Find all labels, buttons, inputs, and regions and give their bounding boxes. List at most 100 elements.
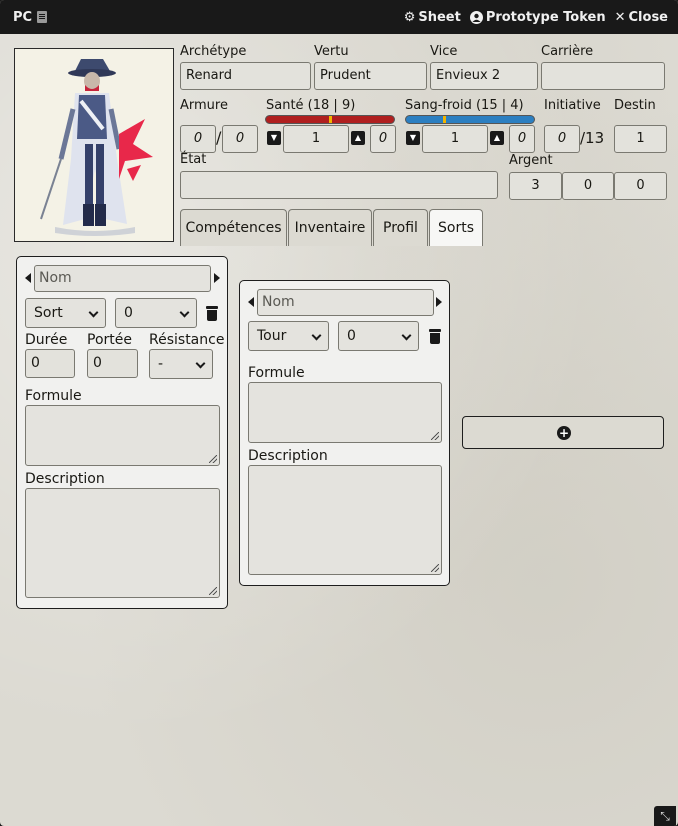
chevron-down-icon (311, 330, 322, 341)
spell-type-select[interactable]: Sort (25, 298, 106, 328)
title-bar[interactable]: PC ⚙ Sheet Prototype Token ✕ Close (0, 0, 678, 34)
resistance-select[interactable]: - (149, 349, 213, 379)
description-textarea[interactable] (248, 465, 442, 575)
sangfroid-bar-marker (443, 116, 446, 123)
formule-textarea[interactable] (248, 382, 442, 443)
armure-current-input[interactable]: 0 (180, 125, 216, 153)
sheet-label: Sheet (418, 9, 461, 25)
vice-input[interactable]: Envieux 2 (430, 62, 538, 90)
vice-label: Vice (430, 44, 458, 59)
armure-label: Armure (180, 98, 228, 113)
trash-icon[interactable] (206, 306, 218, 321)
sangfroid-decrease-button[interactable]: ▼ (406, 131, 420, 145)
archetype-input[interactable]: Renard (180, 62, 311, 90)
spell-card: Nom Sort 0 Durée 0 Portée 0 Résistance -… (16, 256, 228, 609)
sante-increase-button[interactable]: ▲ (351, 131, 365, 145)
argent-label: Argent (509, 153, 553, 168)
tab-competences[interactable]: Compétences (180, 209, 287, 246)
description-label: Description (25, 471, 105, 487)
initiative-label: Initiative (544, 98, 601, 113)
description-label: Description (248, 448, 328, 464)
spell-type-value: Sort (34, 305, 63, 321)
sante-bar-marker (329, 116, 332, 123)
sheet-button[interactable]: ⚙ Sheet (404, 10, 461, 25)
sante-extra-input[interactable]: 0 (370, 125, 396, 153)
formule-label: Formule (248, 365, 305, 381)
duree-input[interactable]: 0 (25, 349, 75, 378)
carriere-label: Carrière (541, 44, 594, 59)
collapse-right-arrow-icon[interactable] (436, 297, 442, 307)
close-button[interactable]: ✕ Close (615, 10, 668, 25)
argent-silver-input[interactable]: 0 (562, 172, 614, 200)
spell-level-value: 0 (347, 328, 356, 344)
destin-input[interactable]: 1 (614, 125, 667, 153)
armure-separator: / (216, 128, 222, 147)
sangfroid-input[interactable]: 1 (422, 125, 488, 153)
description-textarea[interactable] (25, 488, 220, 598)
window-title: PC (13, 9, 33, 25)
collapse-left-arrow-icon[interactable] (248, 297, 254, 307)
formule-textarea[interactable] (25, 405, 220, 466)
plus-circle-icon: + (557, 426, 571, 440)
armure-max-input[interactable]: 0 (222, 125, 258, 153)
spell-name-input[interactable]: Nom (34, 265, 211, 292)
prototype-token-label: Prototype Token (485, 9, 606, 25)
portrait-image (15, 49, 173, 241)
vertu-label: Vertu (314, 44, 349, 59)
chevron-down-icon (195, 358, 206, 369)
spell-type-select[interactable]: Tour (248, 321, 329, 351)
spell-type-value: Tour (257, 328, 287, 344)
resize-handle-icon[interactable] (431, 432, 439, 440)
window-title-group: PC (13, 9, 48, 25)
destin-label: Destin (614, 98, 656, 113)
portee-label: Portée (87, 332, 132, 348)
expand-icon[interactable]: ⤡ (654, 806, 676, 826)
spell-level-value: 0 (124, 305, 133, 321)
sangfroid-extra-input[interactable]: 0 (509, 125, 535, 153)
initiative-input[interactable]: 0 (544, 125, 580, 153)
add-spell-button[interactable]: + (462, 416, 664, 449)
sangfroid-label: Sang-froid (15 | 4) (405, 98, 524, 113)
chevron-down-icon (179, 307, 190, 318)
resize-handle-icon[interactable] (209, 587, 217, 595)
etat-label: État (180, 152, 207, 167)
duree-label: Durée (25, 332, 68, 348)
resize-handle-icon[interactable] (209, 455, 217, 463)
sangfroid-increase-button[interactable]: ▲ (490, 131, 504, 145)
gear-icon: ⚙ (403, 9, 416, 25)
window-controls: ⚙ Sheet Prototype Token ✕ Close (404, 10, 668, 25)
sante-label: Santé (18 | 9) (266, 98, 356, 113)
sangfroid-bar[interactable] (405, 115, 535, 124)
character-sheet-window: PC ⚙ Sheet Prototype Token ✕ Close Arché… (0, 0, 678, 826)
spell-level-select[interactable]: 0 (115, 298, 197, 328)
document-icon (37, 11, 48, 23)
spell-level-select[interactable]: 0 (338, 321, 419, 351)
initiative-max: /13 (580, 129, 605, 147)
sante-decrease-button[interactable]: ▼ (267, 131, 281, 145)
tab-profil[interactable]: Profil (373, 209, 428, 246)
argent-gold-input[interactable]: 3 (509, 172, 562, 200)
vertu-input[interactable]: Prudent (314, 62, 427, 90)
portee-input[interactable]: 0 (87, 349, 138, 378)
trash-icon[interactable] (429, 329, 441, 344)
resistance-value: - (158, 356, 164, 372)
resize-handle-icon[interactable] (431, 564, 439, 572)
chevron-down-icon (88, 307, 99, 318)
formule-label: Formule (25, 388, 82, 404)
user-circle-icon (469, 10, 483, 24)
etat-input[interactable] (180, 171, 498, 199)
sante-input[interactable]: 1 (283, 125, 349, 153)
spell-name-input[interactable]: Nom (257, 289, 434, 316)
close-label: Close (628, 9, 668, 25)
sante-bar[interactable] (265, 115, 395, 124)
tab-inventaire[interactable]: Inventaire (288, 209, 372, 246)
carriere-input[interactable] (541, 62, 665, 90)
archetype-label: Archétype (180, 44, 247, 59)
collapse-left-arrow-icon[interactable] (25, 273, 31, 283)
spell-card: Nom Tour 0 Formule Description (239, 280, 450, 586)
argent-copper-input[interactable]: 0 (614, 172, 667, 200)
tab-sorts[interactable]: Sorts (429, 209, 483, 246)
prototype-token-button[interactable]: Prototype Token (469, 9, 606, 25)
character-portrait[interactable] (14, 48, 174, 242)
collapse-right-arrow-icon[interactable] (214, 273, 220, 283)
